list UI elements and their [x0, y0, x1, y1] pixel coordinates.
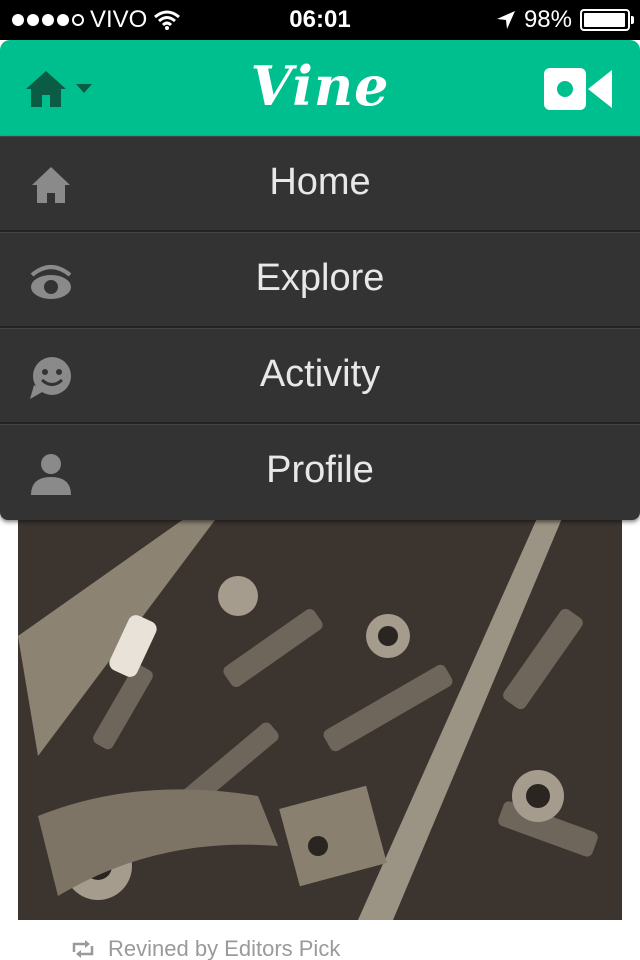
video-thumbnail[interactable] [18, 516, 622, 920]
camera-button[interactable] [544, 68, 614, 110]
battery-fill [584, 13, 626, 27]
video-frame-image [18, 516, 622, 920]
video-camera-icon [544, 68, 612, 110]
battery-percent: 98% [523, 6, 572, 33]
revine-text[interactable]: Revined by Editors Pick [108, 936, 340, 960]
revine-row: Revined by Editors Pick [70, 936, 340, 960]
menu-item-label: Explore [255, 257, 385, 299]
menu-item-profile[interactable]: Profile [0, 424, 640, 520]
menu-item-label: Profile [266, 449, 374, 491]
revine-icon [72, 940, 94, 958]
battery-icon [580, 9, 634, 31]
menu-item-explore[interactable]: Explore [0, 232, 640, 328]
screen: VIVO 06:01 98% Vine Home Explore Activit… [0, 0, 640, 960]
menu-item-home[interactable]: Home [0, 136, 640, 232]
status-bar: VIVO 06:01 98% [0, 0, 640, 40]
menu-item-label: Activity [259, 353, 381, 395]
menu-item-activity[interactable]: Activity [0, 328, 640, 424]
app-header: Vine [0, 40, 640, 136]
status-right: 98% [496, 6, 634, 34]
menu-item-label: Home [269, 161, 371, 203]
nav-menu: Home Explore Activity Profile [0, 136, 640, 520]
location-arrow-icon [496, 11, 515, 29]
